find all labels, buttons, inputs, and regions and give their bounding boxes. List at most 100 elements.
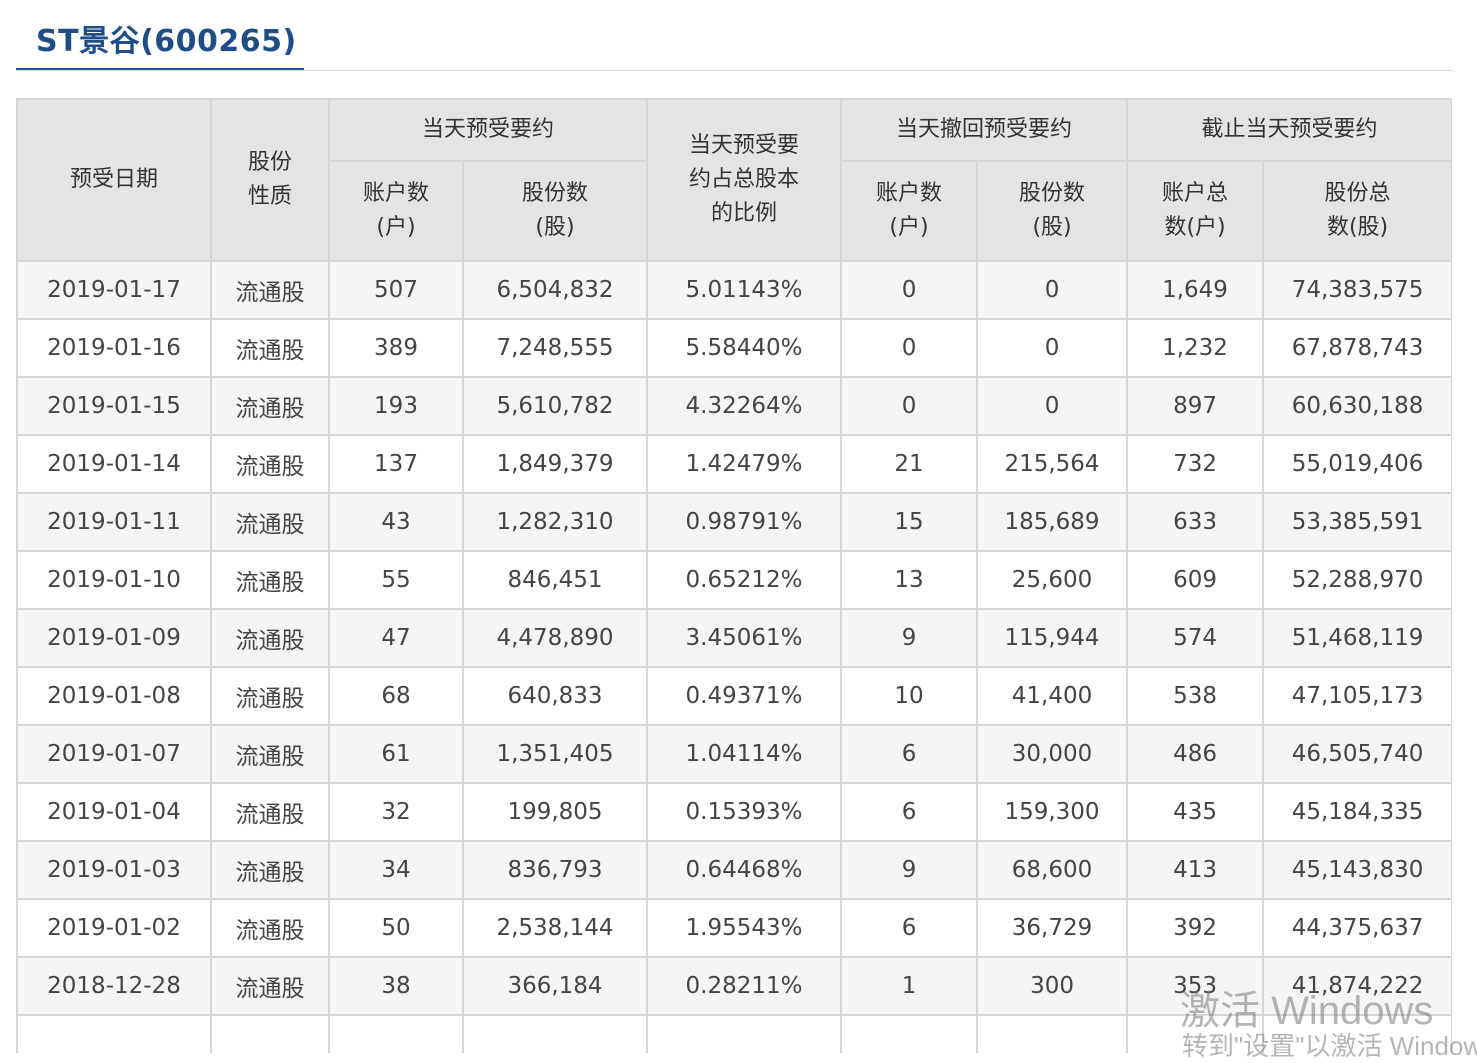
cell-shares-today: 1,849,379 bbox=[461, 434, 649, 494]
cell-accounts-total: 538 bbox=[1126, 666, 1265, 726]
cell-accounts-withdraw: 9 bbox=[840, 840, 979, 900]
cell-ratio: 5.58440% bbox=[646, 318, 843, 378]
cell-shares-total: 53,385,591 bbox=[1262, 492, 1452, 552]
cell-accounts-today: 137 bbox=[328, 434, 464, 494]
cell-shares-today: 1,282,310 bbox=[461, 492, 649, 552]
cell-shares-today bbox=[461, 1014, 649, 1053]
cell-accounts-withdraw: 1 bbox=[840, 956, 979, 1016]
cell-shares-today: 199,805 bbox=[461, 782, 649, 842]
cell-shares-today: 4,478,890 bbox=[461, 608, 649, 668]
cell-accounts-today: 68 bbox=[328, 666, 464, 726]
cell-share-type: 流通股 bbox=[210, 666, 330, 726]
cell-date: 2019-01-11 bbox=[16, 492, 212, 552]
cell-accounts-withdraw: 9 bbox=[840, 608, 979, 668]
cell-shares-total: 47,105,173 bbox=[1262, 666, 1452, 726]
cell-shares-today: 836,793 bbox=[461, 840, 649, 900]
table-row: 2019-01-02 流通股 50 2,538,144 1.95543% 6 36,729 3… bbox=[16, 898, 1452, 958]
cell-accounts-today: 34 bbox=[328, 840, 464, 900]
cell-accounts-withdraw: 6 bbox=[840, 898, 979, 958]
cell-share-type: 流通股 bbox=[210, 898, 330, 958]
cell-share-type: 流通股 bbox=[210, 550, 330, 610]
cell-shares-total: 46,505,740 bbox=[1262, 724, 1452, 784]
cell-shares-total: 55,019,406 bbox=[1262, 434, 1452, 494]
cell-date: 2019-01-16 bbox=[16, 318, 212, 378]
cell-shares-withdraw: 25,600 bbox=[976, 550, 1129, 610]
cell-shares-today: 846,451 bbox=[461, 550, 649, 610]
cell-accounts-today: 50 bbox=[328, 898, 464, 958]
cell-shares-withdraw: 300 bbox=[976, 956, 1129, 1016]
cell-shares-today: 1,351,405 bbox=[461, 724, 649, 784]
cell-shares-withdraw: 215,564 bbox=[976, 434, 1129, 494]
cell-accounts-total: 392 bbox=[1126, 898, 1265, 958]
cell-share-type: 流通股 bbox=[210, 840, 330, 900]
cell-shares-withdraw: 30,000 bbox=[976, 724, 1129, 784]
cell-accounts-withdraw: 0 bbox=[840, 260, 979, 320]
header-ratio: 当天预受要 约占总股本 的比例 bbox=[646, 98, 843, 262]
cell-shares-today: 640,833 bbox=[461, 666, 649, 726]
header-shares-total: 股份总 数(股) bbox=[1262, 160, 1452, 262]
cell-accounts-withdraw: 15 bbox=[840, 492, 979, 552]
cell-shares-withdraw: 0 bbox=[976, 376, 1129, 436]
cell-accounts-today: 389 bbox=[328, 318, 464, 378]
cell-ratio: 0.15393% bbox=[646, 782, 843, 842]
table-row: 2019-01-04 流通股 32 199,805 0.15393% 6 159,300 43… bbox=[16, 782, 1452, 842]
title-bar: ST景谷(600265) bbox=[16, 0, 1452, 71]
cell-shares-total: 41,874,222 bbox=[1262, 956, 1452, 1016]
table-row: 2019-01-15 流通股 193 5,610,782 4.32264% 0 0 897 60… bbox=[16, 376, 1452, 436]
cell-shares-withdraw: 68,600 bbox=[976, 840, 1129, 900]
cell-date: 2019-01-10 bbox=[16, 550, 212, 610]
cell-ratio bbox=[646, 1014, 843, 1053]
cell-accounts-total: 897 bbox=[1126, 376, 1265, 436]
cell-ratio: 5.01143% bbox=[646, 260, 843, 320]
cell-date: 2019-01-14 bbox=[16, 434, 212, 494]
cell-shares-withdraw: 159,300 bbox=[976, 782, 1129, 842]
table-row: 2019-01-14 流通股 137 1,849,379 1.42479% 21 215,5… bbox=[16, 434, 1452, 494]
cell-ratio: 1.42479% bbox=[646, 434, 843, 494]
header-group-withdraw: 当天撤回预受要约 bbox=[840, 98, 1129, 162]
cell-date: 2019-01-15 bbox=[16, 376, 212, 436]
cell-accounts-withdraw: 21 bbox=[840, 434, 979, 494]
cell-accounts-total: 574 bbox=[1126, 608, 1265, 668]
cell-shares-total: 52,288,970 bbox=[1262, 550, 1452, 610]
cell-share-type: 流通股 bbox=[210, 956, 330, 1016]
cell-date: 2019-01-17 bbox=[16, 260, 212, 320]
cell-date: 2019-01-08 bbox=[16, 666, 212, 726]
cell-date: 2018-12-28 bbox=[16, 956, 212, 1016]
cell-shares-total: 45,143,830 bbox=[1262, 840, 1452, 900]
cell-accounts-withdraw: 10 bbox=[840, 666, 979, 726]
cell-shares-withdraw: 41,400 bbox=[976, 666, 1129, 726]
title-tab[interactable]: ST景谷(600265) bbox=[16, 0, 304, 70]
cell-shares-withdraw: 36,729 bbox=[976, 898, 1129, 958]
cell-ratio: 0.28211% bbox=[646, 956, 843, 1016]
cell-share-type: 流通股 bbox=[210, 376, 330, 436]
cell-accounts-today: 55 bbox=[328, 550, 464, 610]
header-share-type: 股份 性质 bbox=[210, 98, 330, 262]
cell-shares-total: 74,383,575 bbox=[1262, 260, 1452, 320]
cell-share-type bbox=[210, 1014, 330, 1053]
cell-accounts-total bbox=[1126, 1014, 1265, 1053]
cell-accounts-today: 38 bbox=[328, 956, 464, 1016]
header-group-today: 当天预受要约 bbox=[327, 98, 649, 162]
tender-offer-table: 预受日期 股份 性质 当天预受要约 当天预受要 约占总股本 的比例 当天撤回预受… bbox=[16, 98, 1452, 1053]
cell-shares-total: 44,375,637 bbox=[1262, 898, 1452, 958]
header-date: 预受日期 bbox=[16, 98, 212, 262]
cell-accounts-total: 486 bbox=[1126, 724, 1265, 784]
cell-date: 2019-01-03 bbox=[16, 840, 212, 900]
cell-accounts-withdraw: 0 bbox=[840, 376, 979, 436]
cell-shares-today: 366,184 bbox=[461, 956, 649, 1016]
cell-ratio: 0.65212% bbox=[646, 550, 843, 610]
cell-date: 2019-01-07 bbox=[16, 724, 212, 784]
cell-accounts-today: 47 bbox=[328, 608, 464, 668]
cell-share-type: 流通股 bbox=[210, 724, 330, 784]
cell-shares-total: 45,184,335 bbox=[1262, 782, 1452, 842]
cell-share-type: 流通股 bbox=[210, 260, 330, 320]
cell-accounts-withdraw: 6 bbox=[840, 782, 979, 842]
cell-accounts-total: 353 bbox=[1126, 956, 1265, 1016]
table-body: 2019-01-17 流通股 507 6,504,832 5.01143% 0 0 1,649… bbox=[16, 260, 1452, 1053]
table-row: 2019-01-16 流通股 389 7,248,555 5.58440% 0 0 1,232… bbox=[16, 318, 1452, 378]
cell-accounts-today: 507 bbox=[328, 260, 464, 320]
header-group-cumulative: 截止当天预受要约 bbox=[1126, 98, 1452, 162]
cell-shares-withdraw bbox=[976, 1014, 1129, 1053]
cell-share-type: 流通股 bbox=[210, 318, 330, 378]
cell-shares-total: 67,878,743 bbox=[1262, 318, 1452, 378]
